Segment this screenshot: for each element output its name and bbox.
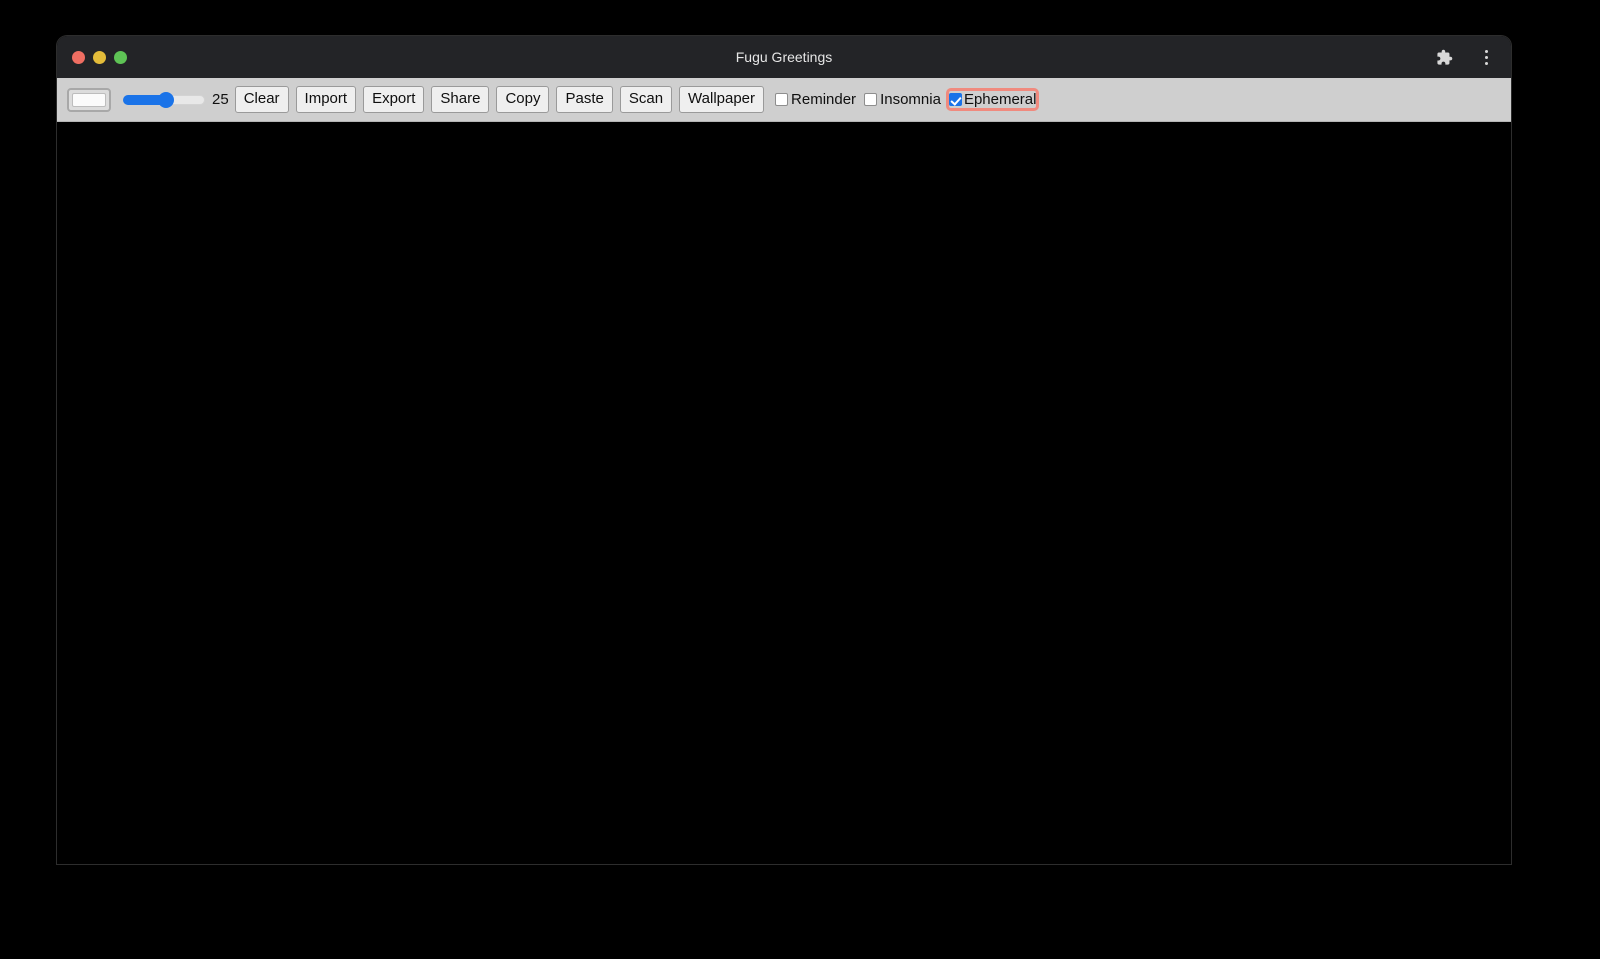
traffic-light-group: [57, 50, 127, 64]
ephemeral-checkbox-box[interactable]: [948, 93, 962, 106]
insomnia-checkbox-label: Insomnia: [880, 91, 941, 108]
share-button[interactable]: Share: [431, 86, 490, 113]
window-title: Fugu Greetings: [735, 49, 833, 65]
title-bar: Fugu Greetings: [57, 36, 1511, 78]
color-swatch: [72, 92, 106, 107]
insomnia-checkbox[interactable]: Insomnia: [864, 91, 941, 108]
clear-button[interactable]: Clear: [234, 86, 289, 113]
drawing-canvas[interactable]: [57, 122, 1511, 863]
ephemeral-checkbox-label: Ephemeral: [963, 91, 1037, 108]
reminder-checkbox-label: Reminder: [791, 91, 857, 108]
copy-button[interactable]: Copy: [496, 86, 550, 113]
color-picker-input[interactable]: [67, 87, 111, 112]
reminder-checkbox[interactable]: Reminder: [775, 91, 856, 108]
app-toolbar: 25 Clear Import Export Share Copy Paste …: [57, 78, 1511, 122]
browser-menu-icon[interactable]: [1475, 46, 1497, 68]
option-checkbox-group: Reminder Insomnia Ephemeral: [775, 88, 1040, 111]
line-width-slider[interactable]: [123, 91, 205, 108]
reminder-checkbox-box[interactable]: [775, 93, 789, 106]
slider-thumb[interactable]: [157, 91, 174, 108]
maximize-window-button[interactable]: [114, 50, 127, 64]
slider-value-label: 25: [212, 91, 229, 108]
browser-window: Fugu Greetings 25 Clear Import Export Sh…: [57, 36, 1511, 864]
paste-button[interactable]: Paste: [556, 86, 613, 113]
screen: Fugu Greetings 25 Clear Import Export Sh…: [0, 0, 1600, 959]
import-button[interactable]: Import: [295, 86, 357, 113]
minimize-window-button[interactable]: [93, 50, 106, 64]
three-dots-vertical-icon: [1484, 49, 1488, 65]
insomnia-checkbox-box[interactable]: [864, 93, 878, 106]
close-window-button[interactable]: [72, 50, 85, 64]
export-button[interactable]: Export: [363, 86, 425, 113]
extensions-icon[interactable]: [1433, 46, 1455, 68]
wallpaper-button[interactable]: Wallpaper: [679, 86, 765, 113]
scan-button[interactable]: Scan: [619, 86, 673, 113]
ephemeral-checkbox[interactable]: Ephemeral: [945, 88, 1040, 111]
titlebar-actions: [1433, 36, 1497, 78]
